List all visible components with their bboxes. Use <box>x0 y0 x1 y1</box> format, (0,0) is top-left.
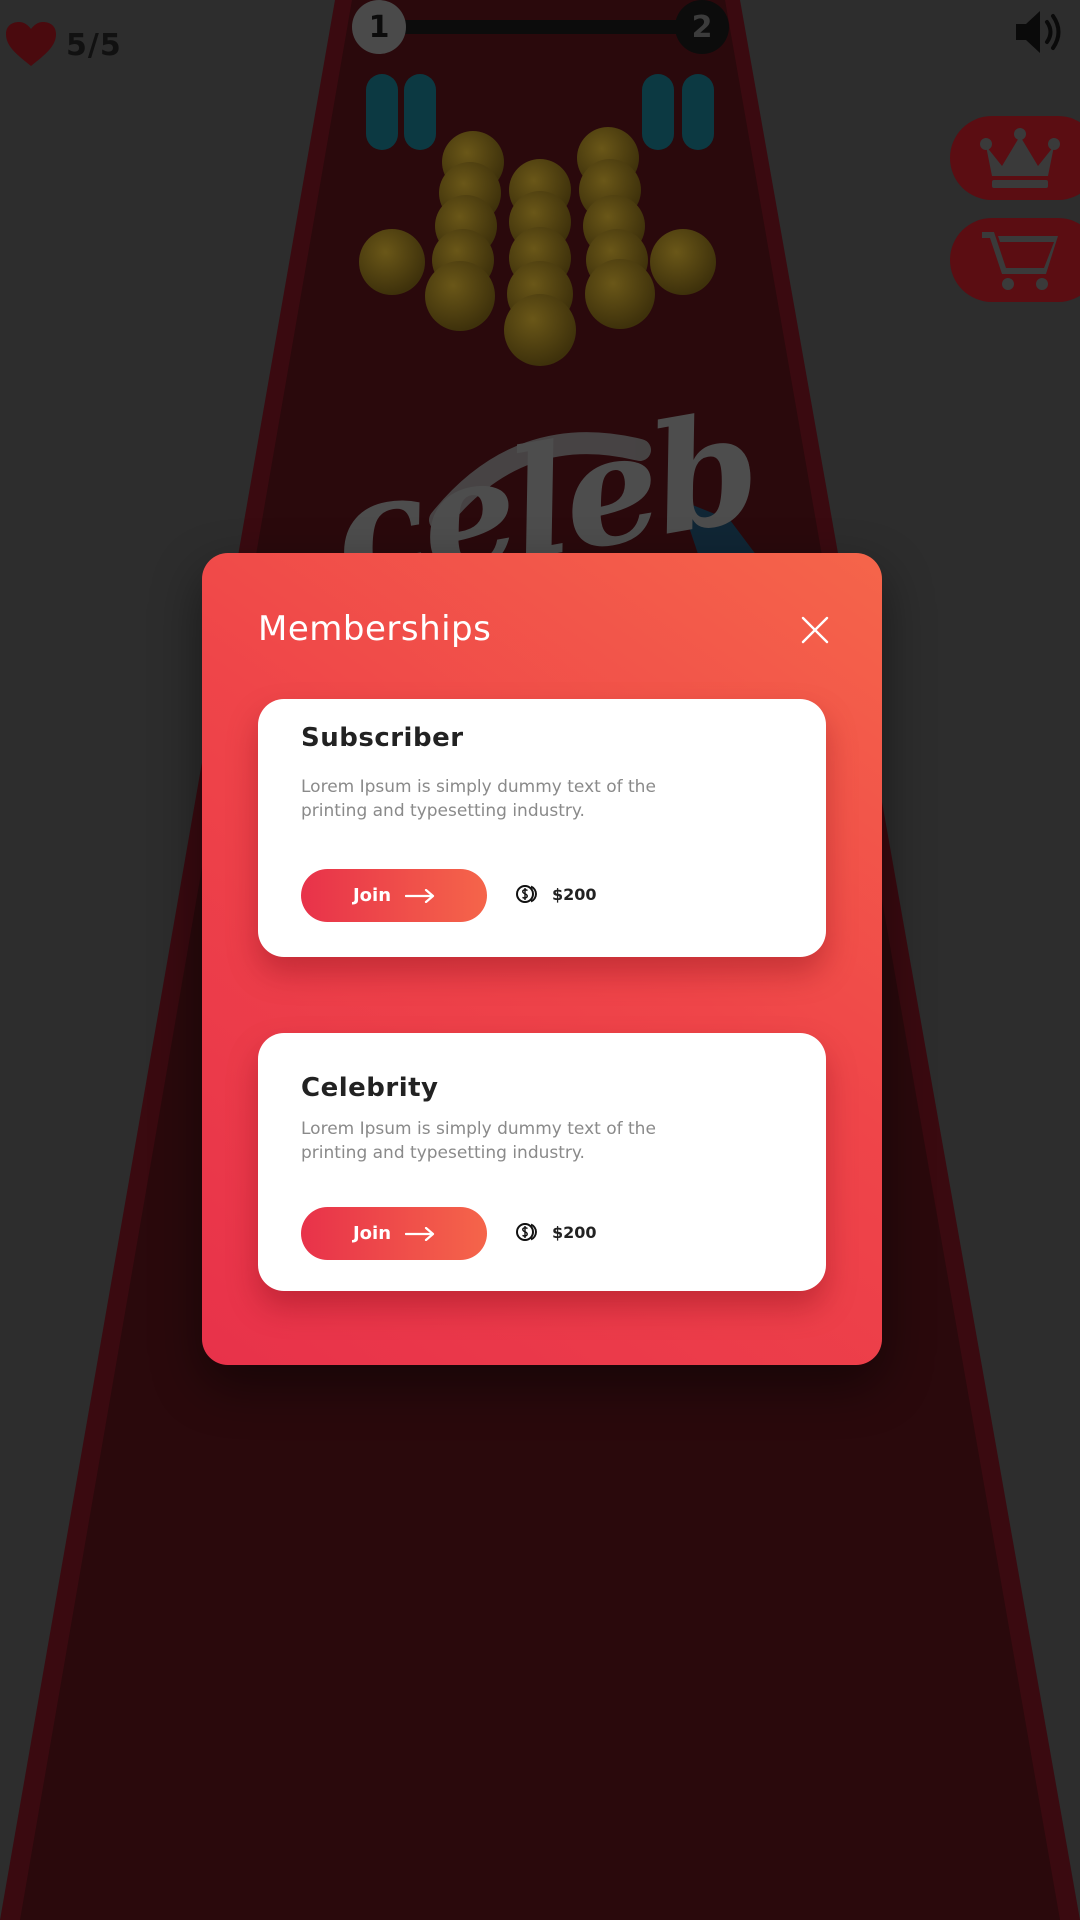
price-tag: $200 <box>516 1221 597 1243</box>
join-subscriber-button[interactable]: Join <box>301 869 487 922</box>
close-button[interactable] <box>800 615 830 645</box>
membership-card-celebrity: Celebrity Lorem Ipsum is simply dummy te… <box>258 1033 826 1291</box>
join-label: Join <box>352 885 392 906</box>
card-description: Lorem Ipsum is simply dummy text of the … <box>301 1119 656 1163</box>
price-value: $200 <box>552 1222 597 1242</box>
coin-icon <box>516 1223 537 1241</box>
price-tag: $200 <box>516 883 597 905</box>
card-title: Celebrity <box>301 1073 439 1103</box>
price-value: $200 <box>552 884 597 904</box>
coin-icon <box>516 885 537 903</box>
membership-card-subscriber: Subscriber Lorem Ipsum is simply dummy t… <box>258 699 826 957</box>
arrow-right-icon <box>405 888 435 903</box>
memberships-dialog: Memberships Subscriber Lorem Ipsum is si… <box>202 553 882 1365</box>
dialog-title: Memberships <box>258 609 492 649</box>
join-label: Join <box>352 1223 392 1244</box>
join-celebrity-button[interactable]: Join <box>301 1207 487 1260</box>
close-icon <box>801 616 829 644</box>
arrow-right-icon <box>405 1226 435 1241</box>
card-description: Lorem Ipsum is simply dummy text of the … <box>301 777 656 821</box>
card-title: Subscriber <box>301 723 464 753</box>
